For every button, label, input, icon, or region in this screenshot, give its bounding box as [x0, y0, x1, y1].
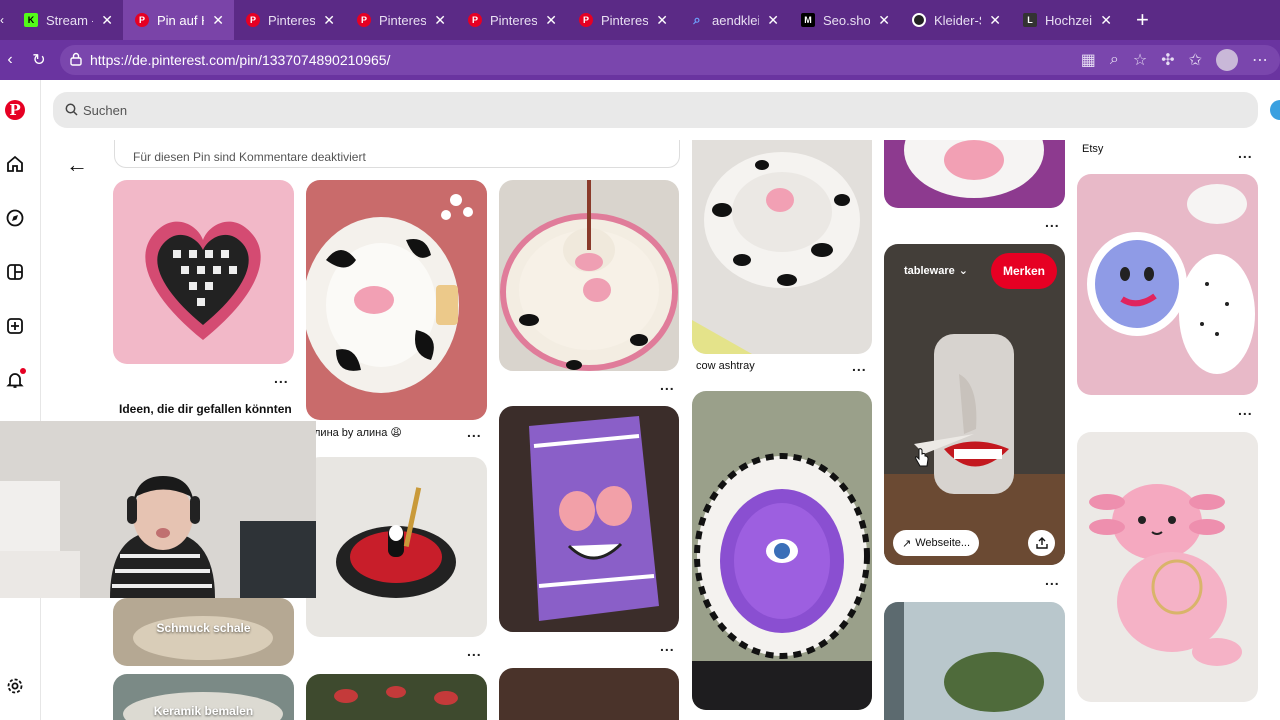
- pin-more-icon[interactable]: ...: [1045, 572, 1060, 588]
- close-tab-icon[interactable]: ✕: [212, 12, 224, 29]
- tab-pinterest[interactable]: P Pinterest ✕: [567, 0, 678, 40]
- kleider-icon: [912, 13, 926, 27]
- board-select-dropdown[interactable]: tableware ⌄: [904, 264, 968, 278]
- back-arrow-icon[interactable]: ‹: [0, 51, 20, 69]
- tab-kleider[interactable]: Kleider-Sa✕: [900, 0, 1011, 40]
- pin-wood-texture[interactable]: [499, 668, 679, 720]
- pin-more-icon[interactable]: ...: [274, 370, 289, 386]
- pin-purple-eye-dish[interactable]: [692, 391, 872, 710]
- pinterest-logo-icon[interactable]: P: [5, 100, 25, 120]
- search-input[interactable]: Suchen: [53, 92, 1258, 128]
- pin-axolotl-ring-holder[interactable]: [1077, 432, 1258, 702]
- medium-icon: M: [801, 13, 815, 27]
- browser-address-bar: ‹ ↻ https://de.pinterest.com/pin/1337074…: [0, 40, 1280, 80]
- more-menu-icon[interactable]: ⋯: [1252, 50, 1268, 70]
- explore-compass-icon[interactable]: [5, 208, 25, 228]
- extensions-icon[interactable]: ✣: [1161, 50, 1174, 70]
- pin-more-icon[interactable]: ...: [467, 643, 482, 659]
- hochzeit-icon: L: [1023, 13, 1037, 27]
- close-tab-icon[interactable]: ✕: [1100, 12, 1112, 29]
- close-tab-icon[interactable]: ✕: [323, 12, 335, 29]
- pin-cow-incense-bowl[interactable]: [499, 180, 679, 371]
- reload-icon[interactable]: ↻: [20, 50, 58, 70]
- pinterest-side-nav: P: [0, 80, 41, 720]
- lock-icon: [70, 52, 82, 66]
- pin-caption: cow ashtray: [696, 360, 755, 372]
- pin-more-icon[interactable]: ...: [1045, 214, 1060, 230]
- pin-more-icon[interactable]: ...: [660, 638, 675, 654]
- tab-hochzeit[interactable]: LHochzeits✕: [1011, 0, 1122, 40]
- zoom-icon[interactable]: ⌕: [1110, 51, 1119, 69]
- pin-nose-tissue-holder-hovered[interactable]: [884, 244, 1065, 565]
- search-icon: [65, 103, 78, 116]
- profile-avatar[interactable]: [1216, 49, 1238, 71]
- pinterest-icon: P: [246, 13, 260, 27]
- tab-pin-active[interactable]: PPin auf Ho✕: [123, 0, 234, 40]
- related-ideas-title: Ideen, die dir gefallen könnten: [119, 402, 292, 416]
- pin-more-icon[interactable]: ...: [1238, 402, 1253, 418]
- tab-pinterest[interactable]: P Pinterest ✕: [234, 0, 345, 40]
- close-tab-icon[interactable]: ✕: [545, 12, 557, 29]
- settings-gear-icon[interactable]: [5, 676, 25, 696]
- create-plus-icon[interactable]: [5, 316, 25, 336]
- boards-grid-icon[interactable]: [5, 262, 25, 282]
- webcam-overlay: [0, 421, 316, 598]
- tab-pinterest[interactable]: P Pinterest ✕: [345, 0, 456, 40]
- favorites-list-icon[interactable]: ✩: [1189, 50, 1202, 70]
- tab-seo-shop[interactable]: MSeo.shop✕: [789, 0, 900, 40]
- pin-cow-ashtray[interactable]: [692, 140, 872, 354]
- pin-more-icon[interactable]: ...: [660, 377, 675, 393]
- pinterest-icon: P: [357, 13, 371, 27]
- pin-mushroom-garden[interactable]: [306, 674, 487, 720]
- pin-more-icon[interactable]: ...: [1238, 145, 1253, 161]
- close-tab-icon[interactable]: ✕: [101, 12, 113, 29]
- url-field[interactable]: https://de.pinterest.com/pin/13370748902…: [60, 45, 1280, 75]
- tab-pinterest[interactable]: P Pinterest ✕: [456, 0, 567, 40]
- back-arrow-icon[interactable]: ←: [66, 152, 88, 178]
- pin-more-icon[interactable]: ...: [852, 358, 867, 374]
- close-tab-icon[interactable]: ✕: [989, 12, 1001, 29]
- app-grid-icon[interactable]: ▦: [1081, 50, 1096, 70]
- pin-more-icon[interactable]: ...: [467, 424, 482, 440]
- pinterest-icon: P: [135, 13, 149, 27]
- pin-caption: Etsy: [1082, 143, 1104, 155]
- pin-cow-ashtray-plate[interactable]: [306, 180, 487, 420]
- tab-search[interactable]: ⌕aendkleid✕: [678, 0, 789, 40]
- kick-icon: K: [24, 13, 38, 27]
- tab-scroll-left[interactable]: ‹: [0, 0, 12, 40]
- chevron-down-icon: ⌄: [958, 265, 968, 277]
- pin-plant-window[interactable]: [884, 602, 1065, 720]
- notification-dot: [20, 368, 26, 374]
- pin-painted-plates[interactable]: [1077, 174, 1258, 395]
- tab-stream[interactable]: KStream - K✕: [12, 0, 123, 40]
- pin-pink-cow-bowl[interactable]: [884, 140, 1065, 208]
- browser-tab-bar: ‹ KStream - K✕ PPin auf Ho✕ PPinterest✕ …: [0, 0, 1280, 40]
- home-icon[interactable]: [5, 154, 25, 174]
- pin-heart-ashtray[interactable]: [113, 180, 294, 364]
- save-pin-button[interactable]: Merken: [991, 253, 1057, 289]
- search-icon: ⌕: [693, 12, 701, 27]
- pin-schmuck-schale[interactable]: Schmuck schale: [113, 598, 294, 666]
- pin-keramik-bemalen[interactable]: Keramik bemalen: [113, 674, 294, 720]
- account-avatar[interactable]: [1270, 100, 1280, 120]
- notifications-bell-icon[interactable]: [5, 368, 26, 390]
- pin-caption: лина by алина 😩: [314, 427, 402, 439]
- favorite-star-icon[interactable]: ☆: [1133, 50, 1147, 70]
- close-tab-icon[interactable]: ✕: [656, 12, 668, 29]
- close-tab-icon[interactable]: ✕: [767, 12, 779, 29]
- external-link-icon: ↗: [902, 537, 912, 550]
- close-tab-icon[interactable]: ✕: [434, 12, 446, 29]
- pin-purple-towel-dish[interactable]: [499, 406, 679, 632]
- pin-no-face-ashtray[interactable]: [306, 457, 487, 637]
- new-tab-button[interactable]: +: [1122, 7, 1163, 33]
- close-tab-icon[interactable]: ✕: [878, 12, 890, 29]
- pinterest-icon: P: [579, 13, 593, 27]
- pinterest-icon: P: [468, 13, 482, 27]
- visit-website-button[interactable]: ↗ Webseite...: [893, 530, 980, 556]
- share-icon[interactable]: [1028, 530, 1055, 556]
- hand-cursor-icon: [915, 448, 929, 467]
- comments-disabled-notice: Für diesen Pin sind Kommentare deaktivie…: [114, 140, 680, 168]
